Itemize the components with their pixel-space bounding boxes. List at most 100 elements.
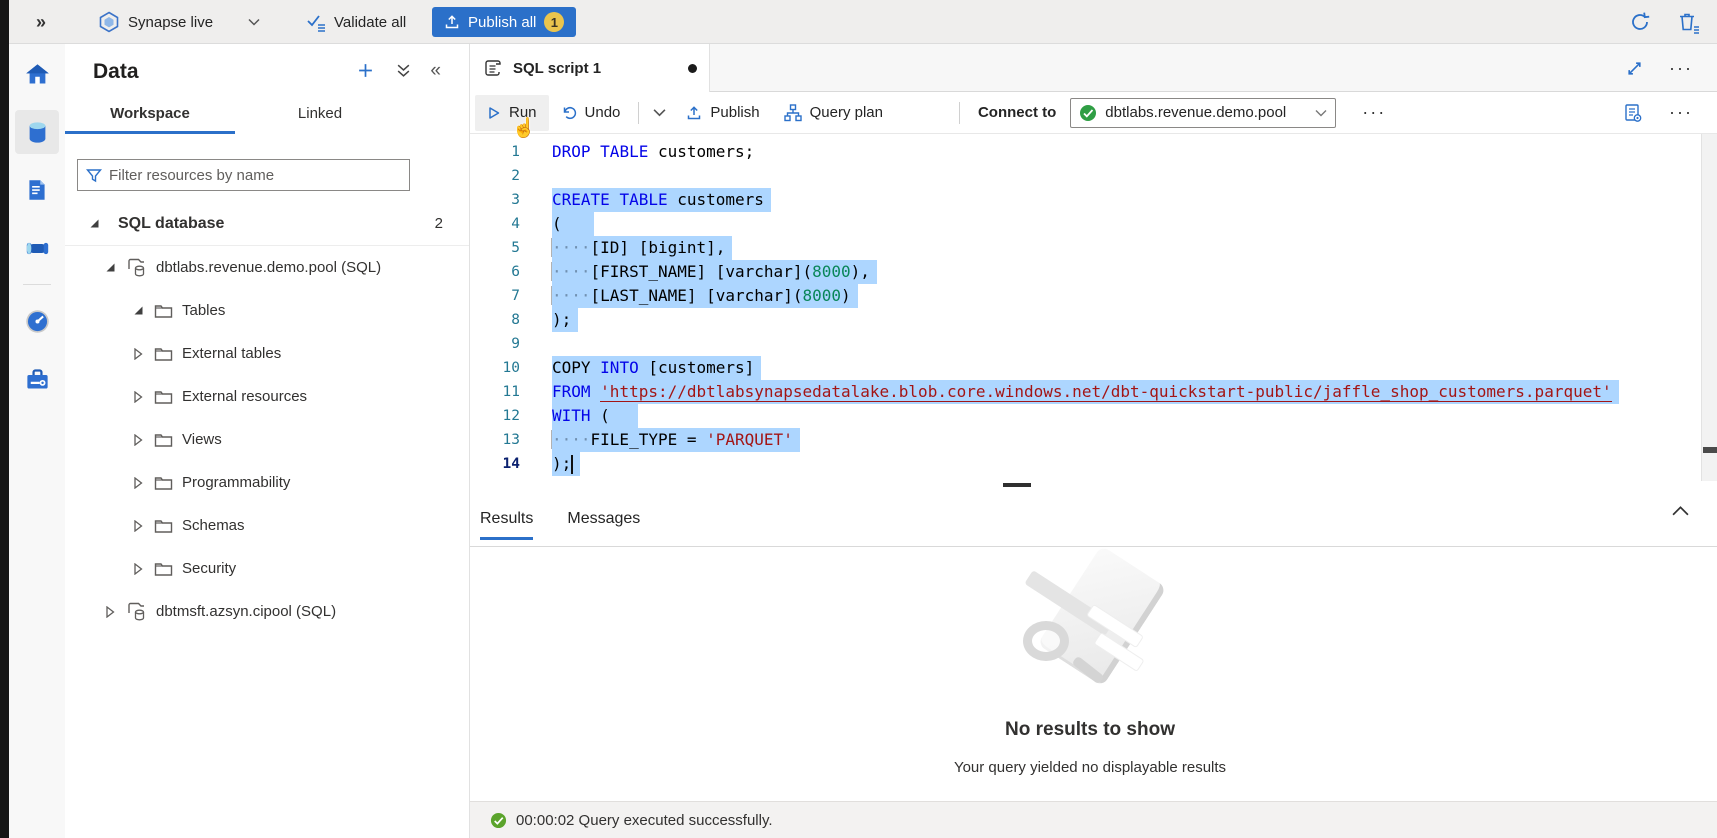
toolbar-overflow-button[interactable]: ··· [1669,102,1693,123]
publish-all-button[interactable]: Publish all 1 [432,7,576,37]
tab-results[interactable]: Results [480,510,533,540]
code-line-9[interactable]: 9 [470,332,1701,356]
tree-node-dbtlabs-revenue-demo-pool-sql[interactable]: dbtlabs.revenue.demo.pool (SQL) [65,246,469,289]
tree-node-label: Schemas [182,517,245,534]
code-line-text: FROM 'https://dbtlabsynapsedatalake.blob… [552,380,1619,404]
folder-icon [154,518,173,534]
collapse-results-chevron-icon[interactable] [1672,505,1689,516]
tree-node-external-resources[interactable]: External resources [65,375,469,418]
tab-sql-script-1[interactable]: SQL script 1 [470,44,710,92]
code-line-5[interactable]: 5····[ID] [bigint], [470,236,1701,260]
code-line-10[interactable]: 10COPY INTO [customers] [470,356,1701,380]
collapse-twisty-icon[interactable] [132,391,144,403]
code-line-14[interactable]: 14); [470,452,1701,476]
filter-funnel-icon [86,168,102,183]
tab-workspace[interactable]: Workspace [65,100,235,134]
tree-node-dbtmsft-azsyn-cipool-sql[interactable]: dbtmsft.azsyn.cipool (SQL) [65,590,469,633]
left-nav-rail [9,44,65,838]
run-play-icon [487,106,501,120]
publish-count-badge: 1 [544,12,564,32]
tab-more-button[interactable]: ··· [1669,58,1693,79]
line-number: 14 [470,452,520,476]
expand-twisty-icon[interactable] [88,218,100,229]
tree-node-security[interactable]: Security [65,547,469,590]
collapse-twisty-icon[interactable] [104,606,116,618]
publish-button[interactable]: Publish [674,95,771,131]
environment-chevron-down-icon[interactable] [248,0,260,44]
environment-switcher[interactable]: Synapse live [98,0,213,44]
environment-label: Synapse live [128,14,213,31]
code-line-4[interactable]: 4( [470,212,1701,236]
code-editor-area[interactable]: 1DROP TABLE customers;23CREATE TABLE cus… [470,134,1701,481]
panel-title: Data [93,60,139,84]
rail-item-manage[interactable] [15,357,59,401]
rail-item-integrate[interactable] [15,226,59,270]
code-line-text: WITH ( [552,404,638,428]
code-line-text: COPY INTO [customers] [552,356,761,380]
filter-input[interactable] [109,167,401,184]
code-line-12[interactable]: 12WITH ( [470,404,1701,428]
tab-messages[interactable]: Messages [567,510,640,540]
empty-results-message: Your query yielded no displayable result… [470,759,1710,776]
code-line-text: CREATE TABLE customers [552,188,771,212]
tree-node-programmability[interactable]: Programmability [65,461,469,504]
collapse-twisty-icon[interactable] [132,434,144,446]
collapse-panel-button[interactable]: « [430,60,441,82]
top-command-bar: » Synapse live Validate all [0,0,1717,44]
folder-icon [154,561,173,577]
expand-twisty-icon[interactable] [132,305,144,316]
query-plan-button[interactable]: Query plan [772,95,895,131]
editor-scrollbar[interactable] [1701,134,1717,481]
refresh-button[interactable] [1628,10,1652,34]
toolbar-more-button[interactable]: ··· [1362,102,1386,123]
collapse-twisty-icon[interactable] [132,563,144,575]
line-number: 11 [470,380,520,404]
tree-node-views[interactable]: Views [65,418,469,461]
tree-node-tables[interactable]: Tables [65,289,469,332]
expand-editor-icon[interactable] [1626,60,1643,77]
undo-button[interactable]: Undo [549,95,633,131]
validate-all-label: Validate all [334,14,406,31]
collapse-twisty-icon[interactable] [132,477,144,489]
tree-node-schemas[interactable]: Schemas [65,504,469,547]
expand-twisty-icon[interactable] [104,262,116,273]
collapse-twisty-icon[interactable] [132,348,144,360]
code-line-text: ····[LAST_NAME] [varchar](8000) [552,284,858,308]
tree-node-label: Views [182,431,222,448]
code-line-text: DROP TABLE customers; [552,140,754,164]
line-number: 9 [470,332,520,356]
code-line-3[interactable]: 3CREATE TABLE customers [470,188,1701,212]
unsaved-indicator [688,64,697,73]
tab-linked[interactable]: Linked [235,100,405,134]
publish-upload-icon [444,14,460,30]
add-resource-button[interactable] [357,62,374,79]
expand-nav-button[interactable]: » [36,0,46,44]
discard-all-button[interactable] [1676,10,1700,34]
line-number: 6 [470,260,520,284]
rail-item-home[interactable] [15,52,59,96]
code-line-6[interactable]: 6····[FIRST_NAME] [varchar](8000), [470,260,1701,284]
view-settings-icon[interactable] [1623,103,1643,123]
rail-item-data[interactable] [15,110,59,154]
code-line-13[interactable]: 13····FILE_TYPE = 'PARQUET' [470,428,1701,452]
rail-item-develop[interactable] [15,168,59,212]
actions-double-chevron-icon[interactable] [396,63,411,78]
sql-pool-icon [126,257,147,278]
collapse-twisty-icon[interactable] [132,520,144,532]
code-line-7[interactable]: 7····[LAST_NAME] [varchar](8000) [470,284,1701,308]
database-count: 2 [435,215,443,232]
tree-node-external-tables[interactable]: External tables [65,332,469,375]
code-line-8[interactable]: 8); [470,308,1701,332]
code-line-1[interactable]: 1DROP TABLE customers; [470,140,1701,164]
sql-editor: SQL script 1 ··· Run ☝ [470,44,1717,838]
tree-node-sql-database[interactable]: SQL database2 [65,202,469,246]
undo-dropdown-chevron[interactable] [645,95,674,131]
results-body: No results to show Your query yielded no… [470,547,1717,801]
code-line-11[interactable]: 11 FROM 'https://dbtlabsynapsedatalake.bl… [470,380,1701,404]
connect-to-dropdown[interactable]: dbtlabs.revenue.demo.pool [1070,98,1336,128]
validate-all-button[interactable]: Validate all [306,0,406,44]
validate-icon [306,13,326,32]
rail-item-monitor[interactable] [15,299,59,343]
code-line-2[interactable]: 2 [470,164,1701,188]
resource-tree: SQL database2dbtlabs.revenue.demo.pool (… [65,202,469,633]
